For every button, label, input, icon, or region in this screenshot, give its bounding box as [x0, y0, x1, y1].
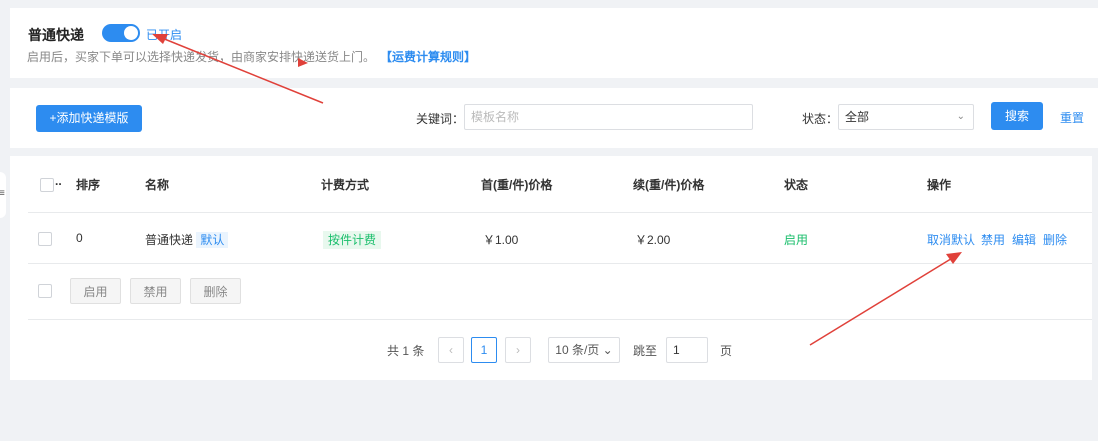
annotation-arrowhead: [946, 252, 962, 264]
annotation-arrowhead: [298, 58, 308, 67]
annotation-arrow-line: [809, 256, 955, 346]
annotation-arrows: [152, 34, 962, 346]
annotation-arrow-line: [161, 37, 324, 104]
